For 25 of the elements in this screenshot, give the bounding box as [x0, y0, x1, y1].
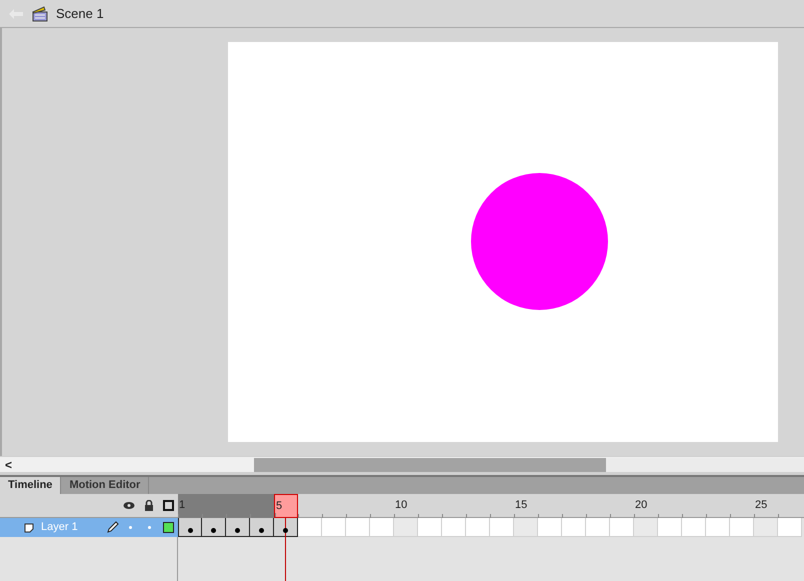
frame-number: 5 — [276, 501, 282, 512]
frame-cell[interactable] — [274, 518, 298, 537]
current-frame-marker[interactable]: 5 — [274, 494, 298, 518]
outline-square-icon[interactable] — [163, 500, 174, 511]
panel-tab[interactable]: Timeline — [0, 477, 62, 494]
layer-name: Layer 1 — [41, 520, 79, 536]
lock-icon[interactable] — [144, 500, 154, 511]
scrollbar-thumb[interactable] — [254, 458, 606, 472]
layer-icon — [24, 522, 34, 532]
frame-number: 25 — [755, 500, 768, 511]
pencil-icon — [106, 521, 119, 534]
playhead-line — [285, 537, 286, 581]
frame-cell[interactable] — [250, 518, 274, 537]
frame-number: 10 — [395, 500, 408, 511]
frame-number: 20 — [635, 500, 648, 511]
scroll-left-button[interactable]: < — [0, 458, 14, 470]
frame-number: 15 — [515, 500, 528, 511]
clapperboard-icon — [32, 6, 48, 22]
frame-number: 1 — [179, 500, 186, 511]
eye-icon[interactable] — [123, 501, 135, 510]
frame-cell[interactable] — [178, 518, 202, 537]
scene-name[interactable]: Scene 1 — [56, 4, 104, 24]
frame-cell[interactable] — [202, 518, 226, 537]
frame-cell[interactable] — [226, 518, 250, 537]
layer-color-swatch[interactable] — [163, 522, 174, 533]
